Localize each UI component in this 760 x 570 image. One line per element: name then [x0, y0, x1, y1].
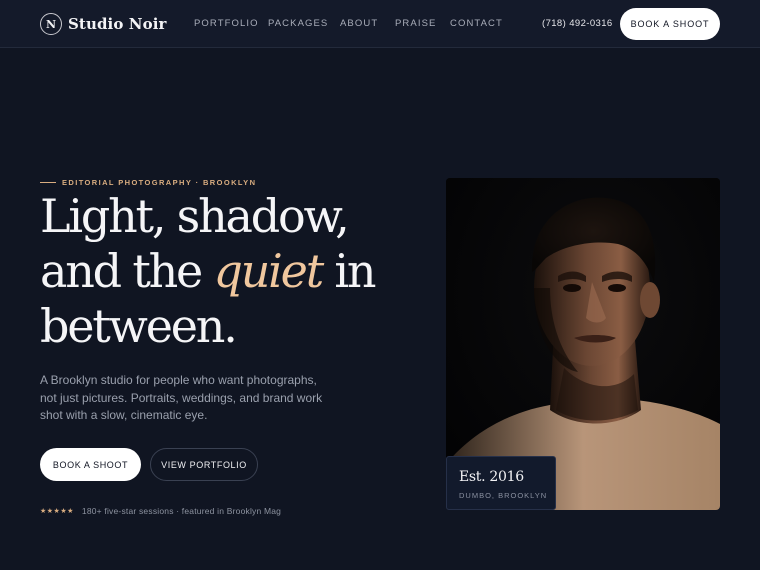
social-proof: ★★★★★ 180+ five-star sessions · featured…	[40, 505, 281, 516]
brand-name: Studio Noir	[68, 15, 167, 33]
badge-location: DUMBO, BROOKLYN	[459, 491, 548, 500]
site-header: N Studio Noir PORTFOLIO PACKAGES ABOUT P…	[0, 0, 760, 48]
hero-eyebrow: EDITORIAL PHOTOGRAPHY · BROOKLYN	[40, 177, 256, 187]
nav-item-packages[interactable]: PACKAGES	[268, 18, 328, 29]
social-proof-text: 180+ five-star sessions · featured in Br…	[81, 505, 282, 516]
view-portfolio-button[interactable]: VIEW PORTFOLIO	[150, 448, 258, 481]
book-shoot-button[interactable]: BOOK A SHOOT	[40, 448, 141, 481]
rating-stars-icon: ★★★★★	[40, 507, 74, 515]
headline-accent-word: quiet	[213, 244, 324, 298]
hero-headline: Light, shadow, and the quiet in between.	[40, 189, 420, 354]
nav-item-contact[interactable]: CONTACT	[450, 18, 503, 29]
nav-item-praise[interactable]: PRAISE	[395, 18, 436, 29]
badge-title: Est. 2016	[459, 469, 524, 485]
eyebrow-text: EDITORIAL PHOTOGRAPHY · BROOKLYN	[62, 177, 257, 187]
headline-line-3: between.	[40, 299, 238, 353]
established-badge: Est. 2016 DUMBO, BROOKLYN	[446, 456, 556, 510]
headline-line-2-start: and the	[40, 244, 214, 298]
nav-item-about[interactable]: ABOUT	[340, 18, 378, 29]
hero-description: A Brooklyn studio for people who want ph…	[40, 373, 323, 422]
brand-mark-icon: N	[40, 13, 62, 35]
book-shoot-header-button[interactable]: BOOK A SHOOT	[620, 8, 720, 40]
headline-line-1: Light, shadow,	[40, 189, 350, 243]
phone-number[interactable]: (718) 492-0316	[542, 18, 613, 29]
brand-logo[interactable]: N Studio Noir	[40, 12, 167, 36]
headline-line-2-end: in	[321, 244, 376, 298]
nav-item-portfolio[interactable]: PORTFOLIO	[194, 18, 259, 29]
eyebrow-divider	[40, 181, 56, 183]
